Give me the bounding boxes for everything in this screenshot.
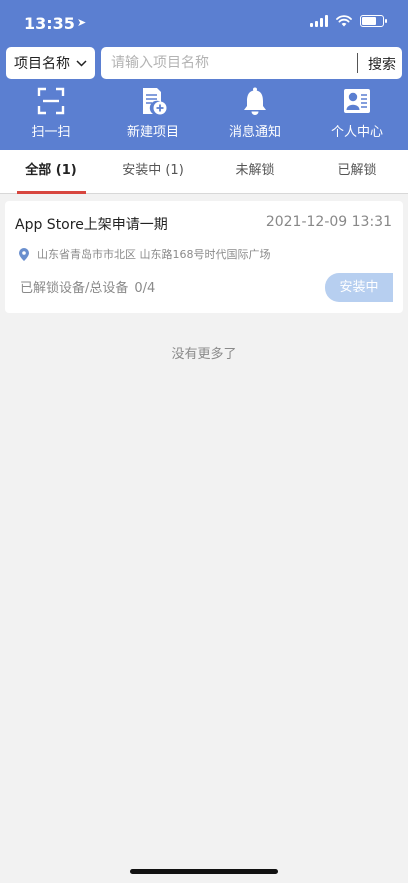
- status-icons: [310, 15, 387, 27]
- location-pin-icon: [19, 247, 29, 261]
- device-count-row: 已解锁设备/总设备 0/4: [20, 277, 155, 296]
- search-row: 项目名称 搜索: [6, 47, 402, 79]
- chevron-down-icon: [76, 59, 87, 67]
- nav-new-project-label: 新建项目: [126, 125, 179, 140]
- quick-nav: 扫一扫 新建项目 消息通知 个人中心: [0, 86, 408, 144]
- device-count-value: 0/4: [134, 281, 156, 296]
- tab-installing[interactable]: 安装中 (1): [102, 150, 204, 193]
- header: 13:35 ➤ 项目名称 搜索: [0, 0, 408, 150]
- tab-all[interactable]: 全部 (1): [0, 150, 102, 194]
- search-field-select[interactable]: 项目名称: [6, 47, 95, 79]
- home-indicator[interactable]: [130, 869, 278, 874]
- project-title: App Store上架申请一期: [15, 217, 168, 233]
- nav-notifications[interactable]: 消息通知: [204, 86, 306, 144]
- project-address: 山东省青岛市市北区 山东路168号时代国际广场: [37, 248, 271, 261]
- nav-notifications-label: 消息通知: [228, 125, 281, 140]
- cellular-signal-icon: [310, 15, 328, 27]
- search-button[interactable]: 搜索: [368, 54, 396, 74]
- tab-unlocked[interactable]: 已解锁: [306, 150, 408, 193]
- new-document-icon: [143, 88, 167, 115]
- tab-locked[interactable]: 未解锁: [204, 150, 306, 193]
- search-box: 搜索: [101, 47, 402, 79]
- profile-card-icon: [344, 89, 370, 113]
- nav-new-project[interactable]: 新建项目: [102, 86, 204, 144]
- bell-icon: [244, 87, 266, 115]
- search-input[interactable]: [111, 53, 346, 73]
- search-field-select-label: 项目名称: [14, 56, 70, 72]
- filter-tabs: 全部 (1) 安装中 (1) 未解锁 已解锁: [0, 150, 408, 194]
- nav-scan[interactable]: 扫一扫: [0, 86, 102, 144]
- status-button[interactable]: 安装中: [325, 273, 393, 302]
- search-divider: [357, 53, 358, 73]
- nav-profile[interactable]: 个人中心: [306, 86, 408, 144]
- no-more-text: 没有更多了: [171, 347, 237, 362]
- status-time: 13:35: [24, 14, 75, 33]
- nav-profile-label: 个人中心: [330, 125, 383, 140]
- nav-scan-label: 扫一扫: [31, 125, 71, 140]
- project-date: 2021-12-09 13:31: [265, 214, 392, 230]
- project-address-row: 山东省青岛市市北区 山东路168号时代国际广场: [19, 246, 271, 262]
- status-bar: 13:35 ➤: [0, 0, 408, 46]
- location-arrow-icon: ➤: [77, 16, 87, 29]
- battery-icon: [360, 15, 387, 27]
- wifi-icon: [336, 15, 352, 27]
- device-count-label: 已解锁设备/总设备: [20, 281, 129, 296]
- scan-icon: [37, 87, 65, 115]
- project-card[interactable]: App Store上架申请一期 2021-12-09 13:31 山东省青岛市市…: [5, 201, 403, 313]
